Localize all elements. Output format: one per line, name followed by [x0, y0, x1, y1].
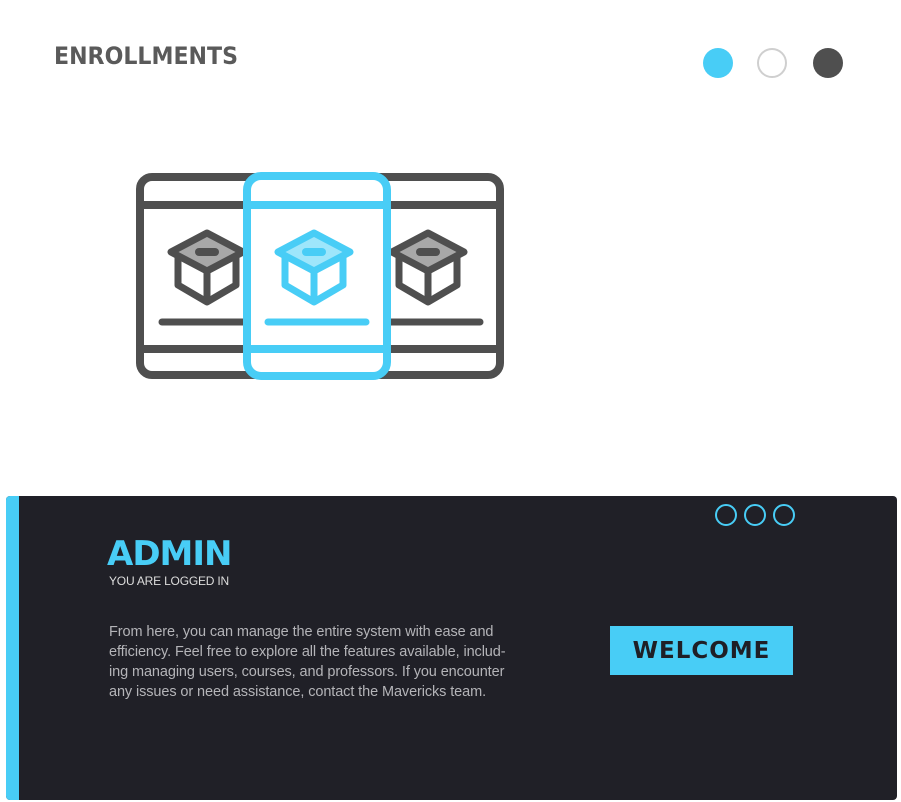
- description-line: efficiency. Feel free to explore all the…: [109, 644, 506, 660]
- admin-panel: ADMIN YOU ARE LOGGED IN From here, you c…: [6, 496, 897, 800]
- nav-dot-2[interactable]: [757, 48, 787, 78]
- course-cards-illustration: [136, 172, 504, 380]
- welcome-button[interactable]: WELCOME: [610, 626, 793, 675]
- admin-title: ADMIN: [107, 534, 232, 574]
- description-line: ing managing users, courses, and profess…: [109, 664, 505, 680]
- admin-description: From here, you can manage the entire sys…: [109, 622, 521, 702]
- description-line: any issues or need assistance, contact t…: [109, 684, 487, 700]
- page-title: ENROLLMENTS: [54, 42, 238, 70]
- panel-accent-bar: [6, 496, 19, 800]
- graduation-cap-icon: [167, 229, 247, 306]
- description-line: From here, you can manage the entire sys…: [109, 624, 494, 640]
- nav-dot-1[interactable]: [703, 48, 733, 78]
- login-status: YOU ARE LOGGED IN: [109, 574, 229, 588]
- ring-1[interactable]: [715, 504, 737, 526]
- nav-dot-3[interactable]: [813, 48, 843, 78]
- ring-3[interactable]: [773, 504, 795, 526]
- graduation-cap-icon: [388, 229, 468, 306]
- ring-2[interactable]: [744, 504, 766, 526]
